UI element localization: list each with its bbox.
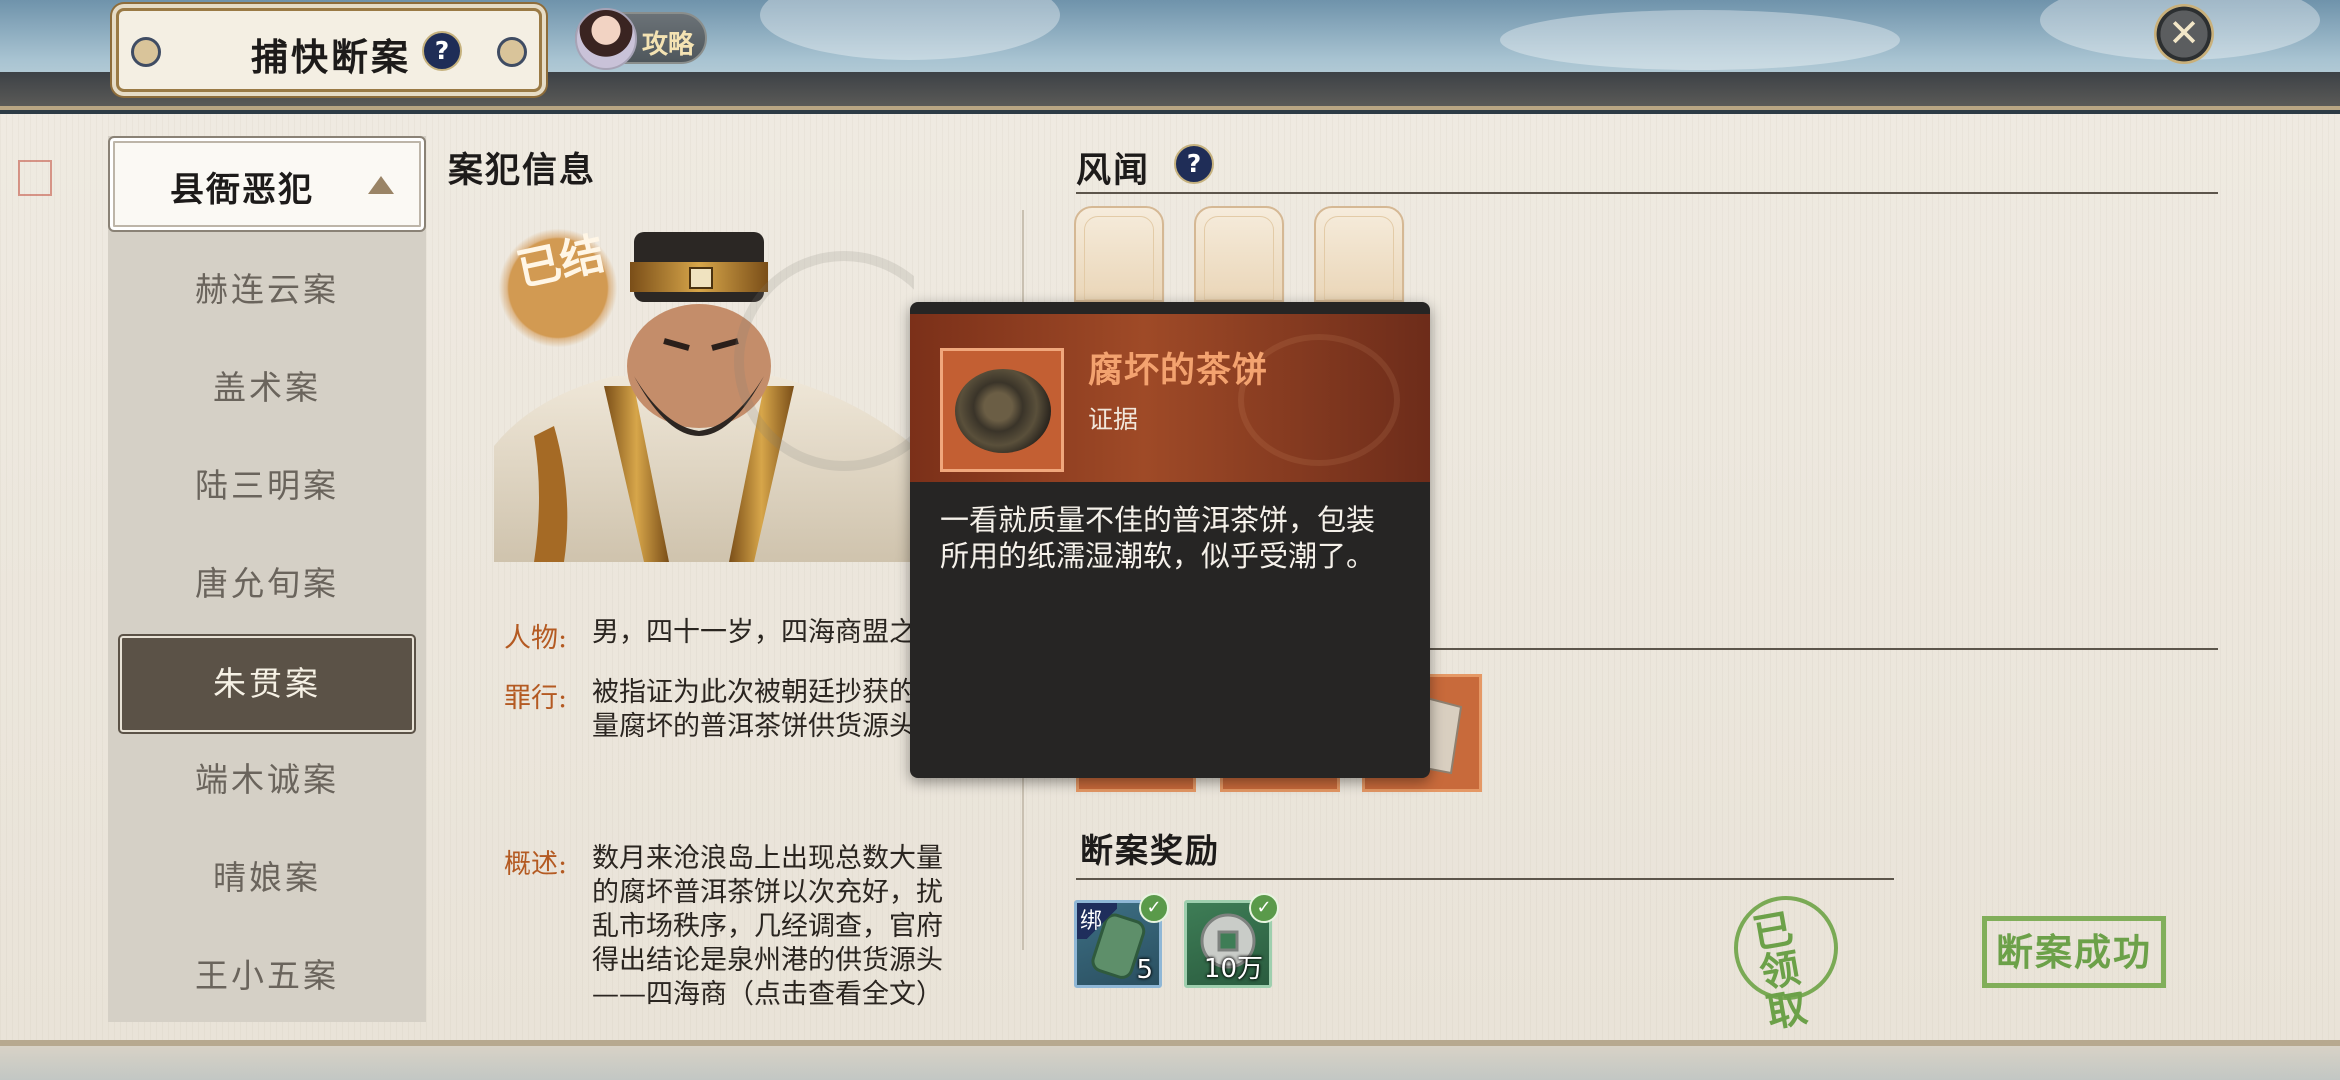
summary-line: 数月来沧浪岛上出现总数大量 xyxy=(592,843,943,874)
section-rule xyxy=(1076,878,1894,880)
crime-line: 被指证为此次被朝廷抄获的大 xyxy=(592,677,943,708)
case-category-dropdown[interactable]: 县衙恶犯 xyxy=(108,136,426,232)
reward-item[interactable]: 绑 5 ✓ xyxy=(1074,893,1169,988)
case-item[interactable]: 陆三明案 xyxy=(108,442,426,530)
summary-line: 乱市场秩序，几经调查，官府 xyxy=(592,911,943,942)
rumor-help-icon[interactable]: ? xyxy=(1174,144,1214,184)
guide-button[interactable]: 攻略 xyxy=(575,8,707,70)
case-item[interactable]: 唐允旬案 xyxy=(108,540,426,628)
summary-line: 的腐坏普洱茶饼以次充好，扰 xyxy=(592,877,943,908)
close-button[interactable]: ✕ xyxy=(2154,4,2214,64)
seal-icon xyxy=(18,160,52,196)
case-item[interactable]: 端木诚案 xyxy=(108,736,426,824)
title-plaque: 捕快断案 ? xyxy=(116,8,542,92)
case-item-selected[interactable]: 朱贯案 xyxy=(120,636,414,732)
bind-tag: 绑 xyxy=(1077,903,1117,939)
ornament-icon xyxy=(131,37,161,67)
case-item[interactable]: 赫连云案 xyxy=(108,246,426,334)
reward-count: 10万 xyxy=(1203,954,1263,984)
case-item[interactable]: 王小五案 xyxy=(108,932,426,1020)
check-icon: ✓ xyxy=(1139,893,1169,923)
case-item[interactable]: 盖术案 xyxy=(108,344,426,432)
summary-label: 概述: xyxy=(504,849,568,880)
summary-line: 得出结论是泉州港的供货源头 xyxy=(592,945,943,976)
rumor-slot[interactable] xyxy=(1194,206,1284,302)
guide-avatar-icon xyxy=(575,8,637,70)
case-success-stamp: 断案成功 xyxy=(1982,916,2166,988)
section-rule xyxy=(1076,192,2218,194)
guide-label: 攻略 xyxy=(642,30,695,60)
reward-count: 5 xyxy=(1136,955,1153,985)
tooltip-item-type: 证据 xyxy=(1088,405,1139,434)
calligraphy-decoration xyxy=(26,550,46,870)
criminal-info-title: 案犯信息 xyxy=(448,150,597,191)
title-help-icon[interactable]: ? xyxy=(422,31,462,71)
tooltip-header: 腐坏的茶饼 证据 xyxy=(910,314,1430,482)
reward-section-title: 断案奖励 xyxy=(1080,831,1220,870)
person-value: 男，四十一岁，四海商盟之人 xyxy=(592,617,943,648)
bottom-border xyxy=(0,1040,2340,1080)
page-title: 捕快断案 xyxy=(251,35,411,79)
cloud-decoration xyxy=(760,0,1060,60)
ornament-icon xyxy=(497,37,527,67)
case-category-label: 县衙恶犯 xyxy=(170,170,314,210)
rumor-slot[interactable] xyxy=(1314,206,1404,302)
case-item[interactable]: 晴娘案 xyxy=(108,834,426,922)
tooltip-description: 一看就质量不佳的普洱茶饼，包装所用的纸濡湿潮软，似乎受潮了。 xyxy=(940,503,1376,573)
summary-read-more-link[interactable]: ——四海商（点击查看全文） xyxy=(592,978,943,1012)
crime-label: 罪行: xyxy=(504,683,568,714)
cloud-decoration xyxy=(1500,10,1900,70)
chevron-up-icon xyxy=(368,176,394,194)
reward-item[interactable]: 10万 ✓ xyxy=(1184,893,1279,988)
person-label: 人物: xyxy=(504,623,568,654)
tea-cake-icon xyxy=(940,348,1064,472)
rumor-section-title: 风闻 xyxy=(1076,150,1151,191)
calligraphy-decoration xyxy=(26,214,46,464)
tooltip-item-name: 腐坏的茶饼 xyxy=(1088,350,1269,391)
rumor-slot[interactable] xyxy=(1074,206,1164,302)
check-icon: ✓ xyxy=(1249,893,1279,923)
crime-line: 量腐坏的普洱茶饼供货源头 xyxy=(592,711,916,742)
item-tooltip: 腐坏的茶饼 证据 一看就质量不佳的普洱茶饼，包装所用的纸濡湿潮软，似乎受潮了。 xyxy=(910,302,1430,778)
